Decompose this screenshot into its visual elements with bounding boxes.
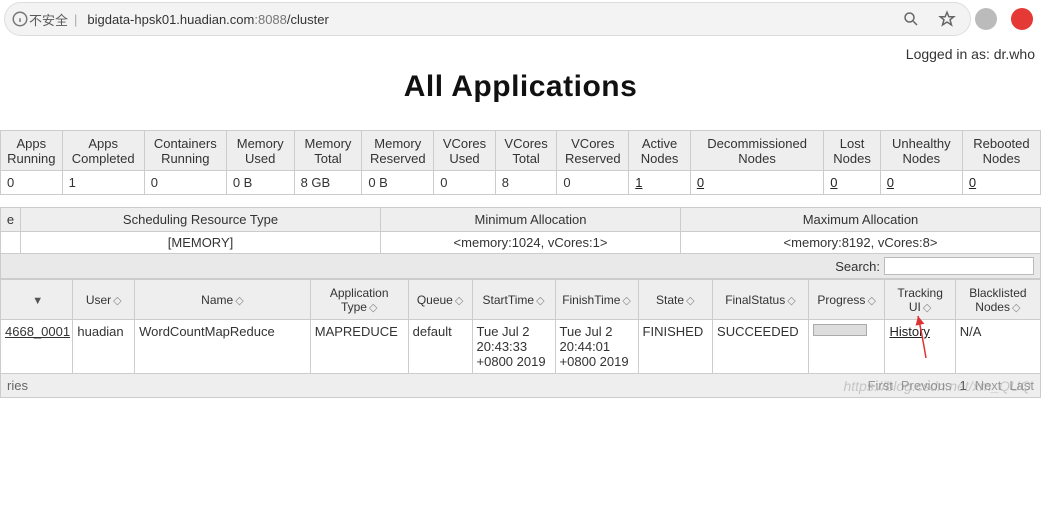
app-id[interactable]: 4668_0001: [1, 320, 73, 374]
app-user: huadian: [73, 320, 135, 374]
metrics-header: Memory Reserved: [362, 131, 434, 171]
metrics-header: Memory Total: [294, 131, 362, 171]
extension-icon[interactable]: [1011, 8, 1033, 30]
metrics-header: Decommissioned Nodes: [690, 131, 823, 171]
metrics-header: VCores Reserved: [557, 131, 629, 171]
apps-header[interactable]: Blacklisted Nodes◇: [955, 280, 1040, 320]
metrics-header: Active Nodes: [629, 131, 691, 171]
metrics-header: VCores Total: [495, 131, 557, 171]
metrics-value[interactable]: 0: [690, 171, 823, 195]
applications-table: ▼ User◇ Name◇ Application Type◇ Queue◇ S…: [0, 279, 1041, 374]
metrics-header: Unhealthy Nodes: [880, 131, 962, 171]
app-finalstatus: SUCCEEDED: [713, 320, 809, 374]
divider: |: [74, 12, 77, 27]
apps-header[interactable]: Tracking UI◇: [885, 280, 955, 320]
app-finish: Tue Jul 2 20:44:01 +0800 2019: [555, 320, 638, 374]
metrics-value: 0 B: [362, 171, 434, 195]
metrics-header: Apps Completed: [62, 131, 144, 171]
scheduler-table: e Scheduling Resource Type Minimum Alloc…: [0, 207, 1041, 254]
metrics-value: 8: [495, 171, 557, 195]
search-label: Search:: [835, 259, 880, 274]
metrics-value[interactable]: 0: [824, 171, 880, 195]
address-bar[interactable]: 不安全 | bigdata-hpsk01.huadian.com:8088/cl…: [4, 2, 971, 36]
apps-header[interactable]: Name◇: [135, 280, 311, 320]
sched-value: [1, 232, 21, 254]
search-icon[interactable]: [902, 10, 920, 28]
table-row: 4668_0001 huadian WordCountMapReduce MAP…: [1, 320, 1041, 374]
metrics-header: Lost Nodes: [824, 131, 880, 171]
search-input[interactable]: [884, 257, 1034, 275]
logged-in-label: Logged in as: dr.who: [0, 38, 1041, 64]
apps-header[interactable]: StartTime◇: [472, 280, 555, 320]
apps-header[interactable]: FinishTime◇: [555, 280, 638, 320]
metrics-value[interactable]: 0: [880, 171, 962, 195]
info-icon: [11, 10, 29, 28]
apps-header[interactable]: User◇: [73, 280, 135, 320]
metrics-value: 0 B: [226, 171, 294, 195]
metrics-value[interactable]: 1: [629, 171, 691, 195]
sched-value: <memory:8192, vCores:8>: [681, 232, 1041, 254]
metrics-header: Apps Running: [1, 131, 63, 171]
sched-header: e: [1, 208, 21, 232]
sched-value: <memory:1024, vCores:1>: [381, 232, 681, 254]
apps-header[interactable]: FinalStatus◇: [713, 280, 809, 320]
page-title: All Applications: [0, 64, 1041, 130]
metrics-header: Rebooted Nodes: [962, 131, 1040, 171]
app-queue: default: [408, 320, 472, 374]
entries-text: ries: [7, 378, 28, 393]
profile-icon[interactable]: [975, 8, 997, 30]
metrics-value: 0: [144, 171, 226, 195]
search-bar: Search:: [0, 254, 1041, 279]
app-type: MAPREDUCE: [310, 320, 408, 374]
watermark: https://blog.csdn.net/xm_QUQ: [843, 378, 1031, 394]
metrics-value: 8 GB: [294, 171, 362, 195]
apps-header[interactable]: Progress◇: [808, 280, 885, 320]
app-tracking[interactable]: History: [885, 320, 955, 374]
apps-header[interactable]: Application Type◇: [310, 280, 408, 320]
metrics-value: 0: [557, 171, 629, 195]
sched-value: [MEMORY]: [21, 232, 381, 254]
cluster-metrics-table: Apps Running Apps Completed Containers R…: [0, 130, 1041, 195]
app-start: Tue Jul 2 20:43:33 +0800 2019: [472, 320, 555, 374]
apps-header-id[interactable]: ▼: [1, 280, 73, 320]
sched-header: Scheduling Resource Type: [21, 208, 381, 232]
metrics-header: Memory Used: [226, 131, 294, 171]
star-icon[interactable]: [938, 10, 956, 28]
metrics-value: 0: [434, 171, 496, 195]
apps-header[interactable]: State◇: [638, 280, 713, 320]
sched-header: Maximum Allocation: [681, 208, 1041, 232]
apps-header[interactable]: Queue◇: [408, 280, 472, 320]
app-state: FINISHED: [638, 320, 713, 374]
metrics-value: 1: [62, 171, 144, 195]
metrics-value: 0: [1, 171, 63, 195]
metrics-header: Containers Running: [144, 131, 226, 171]
progress-bar: [813, 324, 867, 336]
app-progress: [808, 320, 885, 374]
app-name: WordCountMapReduce: [135, 320, 311, 374]
metrics-value[interactable]: 0: [962, 171, 1040, 195]
metrics-header: VCores Used: [434, 131, 496, 171]
not-secure-label: 不安全: [29, 10, 68, 29]
app-blacklist: N/A: [955, 320, 1040, 374]
sched-header: Minimum Allocation: [381, 208, 681, 232]
url-text: bigdata-hpsk01.huadian.com:8088/cluster: [87, 12, 328, 27]
